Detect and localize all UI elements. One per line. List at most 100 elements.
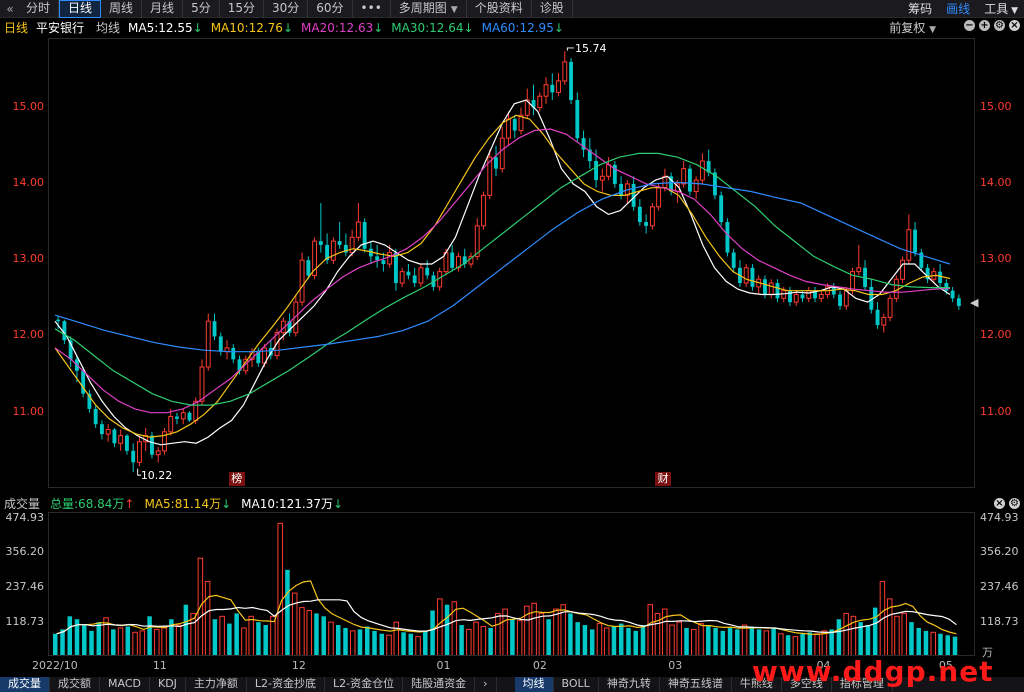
volume-bar [626, 627, 631, 655]
period-tab-10[interactable]: 个股资料 [467, 0, 532, 18]
settings-icon[interactable]: ⚙ [1009, 498, 1020, 509]
avg-line-label[interactable]: 均线 [96, 19, 120, 37]
volume-chart[interactable] [48, 512, 975, 656]
period-tab-2[interactable]: 周线 [101, 0, 143, 18]
minus-icon[interactable]: − [964, 20, 975, 31]
period-tab-7[interactable]: 60分 [308, 0, 353, 18]
date-tick-label: 03 [668, 659, 683, 672]
candle [162, 427, 167, 455]
volume-bar [234, 613, 239, 655]
indicator-tab-1[interactable]: 成交额 [50, 677, 100, 692]
volume-bar [510, 619, 515, 655]
candle [543, 77, 549, 104]
period-tab-5[interactable]: 15分 [220, 0, 264, 18]
volume-title[interactable]: 成交量 [4, 496, 40, 512]
volume-bar [349, 630, 356, 655]
indicator-tab-6[interactable]: L2-资金仓位 [325, 677, 404, 692]
volume-bar [314, 613, 319, 655]
volume-bar [53, 633, 58, 655]
candle [425, 260, 430, 280]
candle [337, 222, 342, 249]
period-tab-1[interactable]: 日线 [59, 0, 102, 18]
back-icon[interactable]: « [2, 0, 18, 18]
candle [956, 294, 961, 310]
adjust-selector[interactable]: 前复权 ▼ [889, 19, 936, 39]
indicator-tab-0[interactable]: 成交量 [0, 677, 50, 692]
candle [531, 84, 536, 116]
period-tab-3[interactable]: 月线 [142, 0, 184, 18]
volume-bar [241, 627, 247, 655]
event-flag[interactable]: 榜 [228, 472, 245, 486]
volume-tick-label: 356.20 [5, 545, 45, 559]
top-tool-1[interactable]: 画线 [946, 0, 970, 18]
ma-line-ma60 [54, 181, 951, 353]
candle [524, 88, 530, 120]
close-icon[interactable]: × [994, 498, 1005, 509]
indicator-tab-7[interactable]: 陆股通资金 [403, 677, 476, 692]
candle [137, 435, 142, 467]
candle [768, 279, 774, 299]
volume-bar [227, 623, 232, 655]
candle [175, 412, 179, 425]
indicator-tab-9[interactable]: 均线 [514, 677, 554, 692]
candle [863, 260, 867, 291]
volume-bar [473, 621, 479, 655]
volume-bar [684, 627, 689, 655]
period-tab-11[interactable]: 诊股 [532, 0, 573, 18]
candle [343, 233, 348, 257]
candle [950, 286, 955, 303]
volume-bar [67, 616, 73, 655]
candle [750, 264, 755, 291]
candle [712, 168, 717, 200]
candle [738, 260, 742, 287]
candle [719, 191, 724, 226]
volume-bar [161, 627, 167, 655]
period-tab-9[interactable]: 多周期图 ▼ [391, 0, 467, 18]
candle [575, 92, 580, 142]
candle [212, 313, 217, 341]
volume-bar [430, 610, 435, 655]
settings-icon[interactable]: ⚙ [994, 20, 1005, 31]
volume-ma10: MA10:121.37万↓ [241, 497, 344, 511]
plus-icon[interactable]: + [979, 20, 990, 31]
candle [856, 244, 862, 276]
indicator-tab-5[interactable]: L2-资金抄底 [247, 677, 326, 692]
volume-bar [901, 612, 907, 655]
volume-bar [633, 630, 638, 655]
event-flag[interactable]: 财 [655, 472, 672, 486]
volume-controls: × ⚙ [994, 498, 1020, 509]
price-tick-label: 12.00 [980, 328, 1012, 342]
indicator-tab-8[interactable]: › [475, 677, 497, 692]
candle [644, 214, 649, 234]
period-tab-6[interactable]: 30分 [264, 0, 309, 18]
indicator-tab-4[interactable]: 主力净额 [186, 677, 247, 692]
indicator-tab-10[interactable]: BOLL [554, 677, 599, 692]
candlestick-chart[interactable] [48, 38, 975, 488]
indicator-tab-11[interactable]: 神奇九转 [599, 677, 660, 692]
period-tab-0[interactable]: 分时 [18, 0, 60, 18]
candle [312, 237, 318, 280]
candle [687, 164, 692, 196]
candle [131, 443, 136, 473]
indicator-tab-3[interactable]: KDJ [150, 677, 186, 692]
candle [99, 420, 104, 440]
candle [150, 431, 154, 459]
volume-bar [212, 619, 218, 655]
chevron-down-icon: ▼ [450, 5, 458, 15]
top-tool-0[interactable]: 筹码 [908, 0, 932, 18]
volume-bar [335, 625, 341, 655]
volume-bar [872, 607, 878, 655]
candle [887, 294, 893, 322]
indicator-tab-2[interactable]: MACD [100, 677, 150, 692]
indicator-tab-12[interactable]: 神奇五线谱 [660, 677, 732, 692]
period-tab-8[interactable]: ••• [353, 0, 391, 18]
period-tab-4[interactable]: 5分 [183, 0, 220, 18]
candle [224, 340, 230, 360]
candle [399, 267, 405, 287]
date-tick-label: 02 [532, 659, 547, 672]
candle [893, 275, 899, 303]
ma-legend-item-1: MA10:12.76↓ [210, 21, 293, 35]
close-icon[interactable]: × [1009, 20, 1020, 31]
top-tool-2[interactable]: 工具 ▼ [984, 0, 1018, 18]
candle [468, 252, 474, 268]
